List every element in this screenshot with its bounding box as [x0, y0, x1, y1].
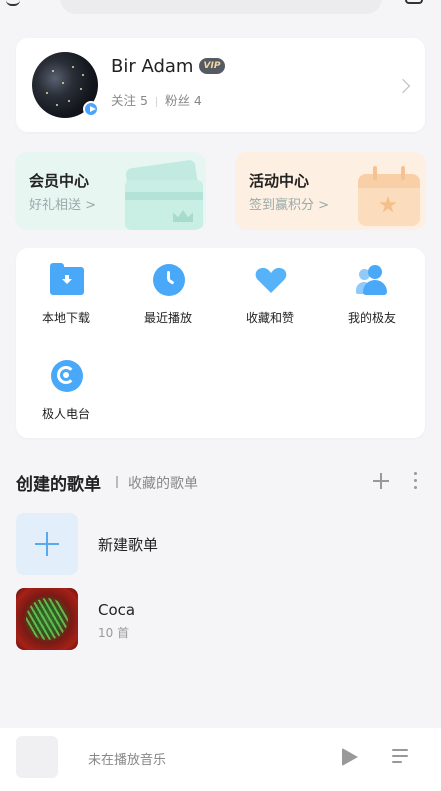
activity-center-title: 活动中心	[249, 172, 310, 190]
shortcut-label: 我的极友	[347, 311, 396, 325]
now-playing-status: 未在播放音乐	[88, 753, 167, 768]
playlist-title: Coca	[98, 601, 136, 619]
tab-favorite-playlists[interactable]: 收藏的歌单	[128, 473, 198, 493]
shortcut-recent-play[interactable]: 最近播放	[118, 248, 218, 328]
card-icon	[125, 180, 203, 230]
chevron-right-icon	[395, 78, 411, 94]
top-bar	[0, 0, 441, 22]
tab-created-playlists[interactable]: 创建的歌单	[16, 470, 101, 495]
follow-stats: 关注 5 粉丝 4	[111, 90, 202, 109]
menu-icon[interactable]	[6, 0, 20, 6]
shortcuts-panel: 本地下载 最近播放 收藏和赞 我的极友 极人电台	[16, 248, 425, 438]
shortcut-favorites[interactable]: 收藏和赞	[220, 248, 320, 328]
add-icon[interactable]	[373, 473, 389, 489]
divider	[116, 476, 118, 488]
plus-icon	[16, 513, 78, 575]
vip-badge: VIP	[199, 58, 225, 74]
shortcut-label: 收藏和赞	[245, 311, 294, 325]
shortcut-friends[interactable]: 我的极友	[322, 248, 422, 328]
search-bar[interactable]	[60, 0, 382, 14]
divider	[155, 96, 157, 107]
member-center-title: 会员中心	[29, 172, 90, 190]
playlist-track-count: 10 首	[98, 626, 130, 640]
crown-icon	[173, 210, 193, 222]
playlist-item[interactable]: Coca 10 首	[16, 588, 425, 650]
mini-player[interactable]: 未在播放音乐	[0, 728, 441, 791]
shortcut-label: 最近播放	[143, 311, 192, 325]
playlist-title: 新建歌单	[98, 536, 159, 554]
now-playing-cover[interactable]	[16, 736, 58, 778]
notification-icon[interactable]	[405, 0, 423, 4]
more-vertical-icon[interactable]	[413, 472, 419, 490]
play-icon[interactable]	[342, 748, 358, 766]
profile-card[interactable]: Bir Adam VIP 关注 5 粉丝 4	[16, 38, 425, 132]
download-folder-icon	[50, 263, 84, 297]
shortcut-label: 本地下载	[41, 311, 90, 325]
activity-center-card[interactable]: 活动中心 签到赢积分 >	[235, 152, 426, 230]
friends-icon	[356, 263, 390, 297]
playlist-tabs: 创建的歌单 收藏的歌单	[16, 470, 425, 495]
new-playlist-item[interactable]: 新建歌单	[16, 513, 425, 575]
fans-count[interactable]: 粉丝 4	[165, 93, 202, 108]
playlist-queue-icon[interactable]	[392, 748, 408, 764]
member-center-card[interactable]: 会员中心 好礼相送 >	[15, 152, 206, 230]
radio-icon	[50, 359, 84, 393]
shortcut-label: 极人电台	[41, 407, 90, 421]
member-center-subtitle: 好礼相送 >	[29, 198, 97, 213]
clock-icon	[152, 263, 186, 297]
activity-center-subtitle: 签到赢积分 >	[249, 198, 330, 213]
play-badge-icon	[83, 101, 99, 117]
playlist-cover	[16, 588, 78, 650]
username: Bir Adam	[111, 56, 194, 77]
shortcut-local-download[interactable]: 本地下载	[16, 248, 116, 328]
shortcut-radio[interactable]: 极人电台	[16, 344, 116, 424]
heart-icon	[254, 263, 288, 297]
following-count[interactable]: 关注 5	[111, 93, 148, 108]
